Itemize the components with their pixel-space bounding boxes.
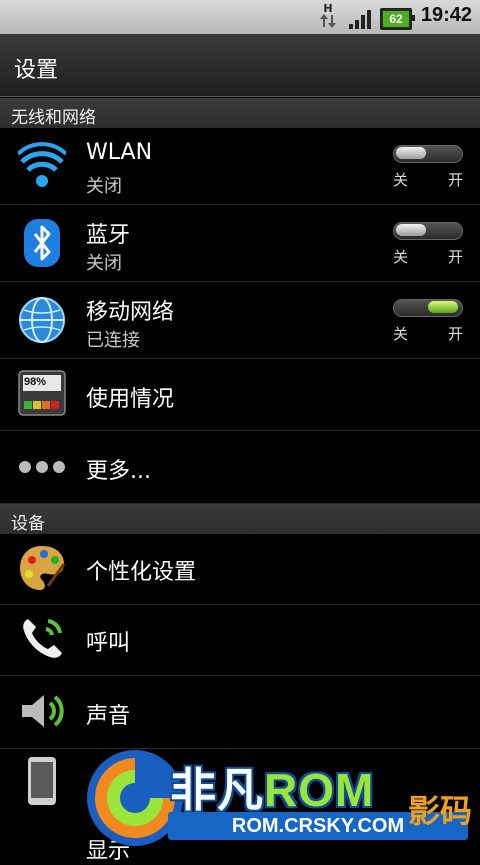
- speaker-icon: [22, 695, 64, 727]
- bluetooth-label: 蓝牙: [86, 223, 131, 248]
- settings-item-personalize[interactable]: 个性化设置: [0, 534, 480, 605]
- settings-item-call[interactable]: 呼叫: [0, 605, 480, 676]
- section-label: 无线和网络: [11, 108, 96, 128]
- settings-item-wlan[interactable]: WLAN 关闭 关 开: [0, 128, 480, 205]
- wifi-icon: [18, 142, 66, 187]
- settings-item-mobile-network[interactable]: 移动网络 已连接 关 开: [0, 282, 480, 359]
- title-bar: 设置: [0, 34, 480, 97]
- bluetooth-icon: [24, 219, 60, 267]
- status-bar: H 62 19:42: [0, 0, 480, 34]
- watermark-overlay: 非凡ROM ROM.CRSKY.COM 影码: [70, 742, 480, 853]
- battery-level: 62: [383, 11, 409, 27]
- usage-meter-readout: 98%: [24, 376, 47, 388]
- call-label: 呼叫: [86, 631, 131, 656]
- clock: 19:42: [420, 4, 472, 26]
- settings-item-usage[interactable]: 98% 使用情况: [0, 359, 480, 431]
- palette-icon: [20, 546, 66, 590]
- more-label: 更多...: [86, 459, 151, 484]
- signal-strength-icon: [349, 9, 375, 29]
- data-arrows-icon: [320, 14, 336, 28]
- hsdpa-indicator: H: [320, 3, 336, 30]
- personalize-label: 个性化设置: [86, 560, 197, 585]
- page-title: 设置: [14, 58, 59, 83]
- usage-label: 使用情况: [86, 387, 175, 412]
- settings-item-more[interactable]: 更多...: [0, 431, 480, 504]
- more-dots-icon: [19, 461, 65, 473]
- phone-handset-icon: [23, 619, 62, 658]
- mobile-network-status: 已连接: [86, 330, 140, 351]
- section-header-wireless: 无线和网络: [0, 98, 480, 128]
- mobile-network-label: 移动网络: [86, 300, 175, 325]
- battery-icon: 62: [380, 8, 415, 30]
- watermark-brand: 非凡ROM: [170, 764, 375, 816]
- globe-network-icon: [19, 297, 65, 343]
- bluetooth-status: 关闭: [86, 253, 122, 274]
- watermark-corner-text: 影码: [408, 793, 473, 829]
- phone-device-icon: [28, 757, 56, 805]
- settings-item-sound[interactable]: 声音: [0, 676, 480, 749]
- section-label: 设备: [11, 514, 45, 534]
- section-header-device: 设备: [0, 504, 480, 534]
- wlan-label: WLAN: [86, 140, 153, 165]
- settings-item-bluetooth[interactable]: 蓝牙 关闭 关 开: [0, 205, 480, 282]
- wlan-status: 关闭: [86, 176, 122, 197]
- sound-label: 声音: [86, 704, 131, 729]
